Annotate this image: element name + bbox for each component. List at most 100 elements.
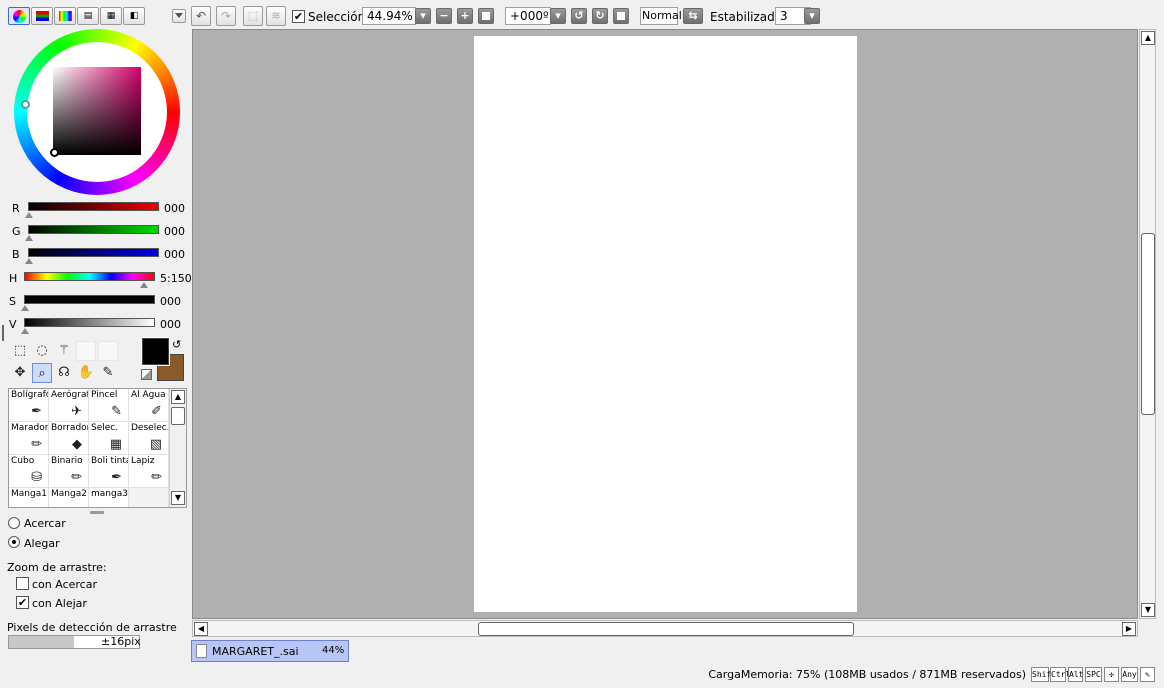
v-slider-thumb[interactable] <box>21 328 29 334</box>
h-slider-thumb[interactable] <box>140 282 148 288</box>
zoom-dropdown-button[interactable]: ▾ <box>415 8 431 24</box>
ctrl-key-indicator[interactable]: Ctrl <box>1050 667 1070 682</box>
hsv-sliders-tab[interactable] <box>54 7 76 25</box>
space-key-indicator[interactable]: SPC <box>1085 667 1102 682</box>
saturation-value-square[interactable] <box>53 67 141 155</box>
pen-pressure-icon[interactable]: ✎ <box>1140 667 1155 682</box>
flip-view-button[interactable]: ⇆ <box>683 8 703 24</box>
magic-wand-icon[interactable]: ⚚ <box>54 341 74 361</box>
hand-icon[interactable]: ✋ <box>76 363 96 383</box>
eraser-icon: ◆ <box>72 437 82 452</box>
move-icon[interactable]: ✥ <box>10 363 30 383</box>
scroll-left-button[interactable]: ◀ <box>194 622 208 636</box>
b-slider[interactable] <box>28 248 159 257</box>
scratchpad-tab[interactable]: ▦ <box>100 7 122 25</box>
v-slider[interactable] <box>24 318 155 327</box>
brush-slot[interactable]: Bolígrafo ✒ <box>9 389 49 422</box>
brush-slot[interactable]: manga3 ✒ <box>89 488 129 507</box>
selection-checkbox[interactable]: ✔ <box>292 10 305 23</box>
empty-tool-slot <box>98 341 118 361</box>
brush-scrollbar[interactable]: ▲ ▼ <box>169 389 186 507</box>
eyedropper-icon[interactable]: ✎ <box>98 363 118 383</box>
brush-scroll-up-button[interactable]: ▲ <box>171 390 185 404</box>
r-slider-thumb[interactable] <box>25 212 33 218</box>
b-slider-thumb[interactable] <box>25 258 33 264</box>
brush-slot-empty[interactable] <box>129 488 169 507</box>
rotate-left-button[interactable]: ↺ <box>571 8 587 24</box>
alt-key-indicator[interactable]: Alt <box>1068 667 1083 682</box>
brush-slot[interactable]: Lapiz ✏ <box>129 455 169 488</box>
zoom-in-button[interactable]: + <box>457 8 473 24</box>
blend-mode-field[interactable]: Normal <box>640 7 682 25</box>
horizontal-scrollbar[interactable]: ◀ ▶ <box>192 620 1138 637</box>
deselect-button[interactable]: ⬚ <box>243 6 263 26</box>
scroll-up-button[interactable]: ▲ <box>1141 31 1155 45</box>
undo-button[interactable]: ↶ <box>191 6 211 26</box>
zoom-out-radio[interactable] <box>8 536 20 548</box>
h-slider[interactable] <box>24 272 155 281</box>
brush-slot[interactable]: Selec. ▦ <box>89 422 129 455</box>
scroll-down-button[interactable]: ▼ <box>1141 603 1155 617</box>
rotation-reset-button[interactable] <box>613 8 629 24</box>
primary-color-swatch[interactable] <box>141 337 170 366</box>
vertical-scrollbar[interactable]: ▲ ▼ <box>1139 29 1156 619</box>
brush-slot[interactable]: Manga1 ✒ <box>9 488 49 507</box>
brush-slot[interactable]: Cubo ⛁ <box>9 455 49 488</box>
brush-scroll-thumb[interactable] <box>171 407 185 425</box>
brush-scroll-down-button[interactable]: ▼ <box>171 491 185 505</box>
color-wheel-tab[interactable] <box>8 7 30 25</box>
left-panel-divider[interactable] <box>2 325 4 341</box>
panel-resize-grip[interactable] <box>90 511 104 514</box>
invert-selection-button[interactable]: ≋ <box>266 6 286 26</box>
any-key-indicator[interactable]: Any <box>1121 667 1138 682</box>
document-tab[interactable]: MARGARET_.sai 44% <box>191 640 349 662</box>
swatches-tab[interactable]: ▤ <box>77 7 99 25</box>
transparent-color-icon[interactable] <box>141 369 152 380</box>
zoom-in-radio[interactable] <box>8 517 20 529</box>
redo-button[interactable]: ↷ <box>216 6 236 26</box>
brush-name: Marador <box>11 423 49 433</box>
brush-slot[interactable]: Manga2 ✒ <box>49 488 89 507</box>
drag-zoom-out-checkbox[interactable]: ✔ <box>16 596 29 609</box>
rotate-icon[interactable]: ☊ <box>54 363 74 383</box>
rotation-dropdown-button[interactable]: ▾ <box>550 8 566 24</box>
r-slider[interactable] <box>28 202 159 211</box>
s-slider-thumb[interactable] <box>21 305 29 311</box>
s-slider[interactable] <box>24 295 155 304</box>
g-slider[interactable] <box>28 225 159 234</box>
lasso-icon[interactable]: ◌ <box>32 341 52 361</box>
hue-marker[interactable] <box>21 100 30 109</box>
navigator-icon[interactable]: ✣ <box>1104 667 1119 682</box>
drag-zoom-in-checkbox[interactable] <box>16 577 29 590</box>
brush-slot[interactable]: Borrador ◆ <box>49 422 89 455</box>
rgb-sliders-tab[interactable] <box>31 7 53 25</box>
canvas-page[interactable] <box>474 36 857 612</box>
drag-pixels-value: ±16pix <box>101 635 141 648</box>
brush-slot[interactable]: Binario ✏ <box>49 455 89 488</box>
brush-slot[interactable]: Boli tinta ✒ <box>89 455 129 488</box>
shift-key-indicator[interactable]: Shift <box>1031 667 1056 682</box>
zoom-icon[interactable]: ⌕ <box>32 363 52 383</box>
swap-colors-icon[interactable]: ↺ <box>172 338 181 351</box>
brush-slot[interactable]: Deselec. ▧ <box>129 422 169 455</box>
stabilizer-dropdown-button[interactable]: ▾ <box>804 8 820 24</box>
drag-pixels-slider[interactable]: ±16pix <box>8 635 141 649</box>
horizontal-scroll-thumb[interactable] <box>478 622 854 636</box>
scroll-right-button[interactable]: ▶ <box>1122 622 1136 636</box>
vertical-scroll-thumb[interactable] <box>1141 233 1155 415</box>
brush-slot[interactable]: Marador ✏ <box>9 422 49 455</box>
rotation-field[interactable]: +000º <box>505 7 551 25</box>
brush-slot[interactable]: Aerógrafo ✈ <box>49 389 89 422</box>
drag-zoom-label: Zoom de arrastre: <box>7 561 107 574</box>
sv-marker[interactable] <box>50 148 59 157</box>
zoom-reset-button[interactable] <box>478 8 494 24</box>
g-slider-thumb[interactable] <box>25 235 33 241</box>
menu-toggle-button[interactable] <box>172 9 186 23</box>
brush-slot[interactable]: Al Agua ✐ <box>129 389 169 422</box>
brush-slot[interactable]: Pincel ✎ <box>89 389 129 422</box>
rect-select-icon[interactable]: ⬚ <box>10 341 30 361</box>
zoom-field[interactable]: 44.94% <box>362 7 416 25</box>
palette-tab[interactable]: ◧ <box>123 7 145 25</box>
rotate-right-button[interactable]: ↻ <box>592 8 608 24</box>
zoom-out-button[interactable]: − <box>436 8 452 24</box>
